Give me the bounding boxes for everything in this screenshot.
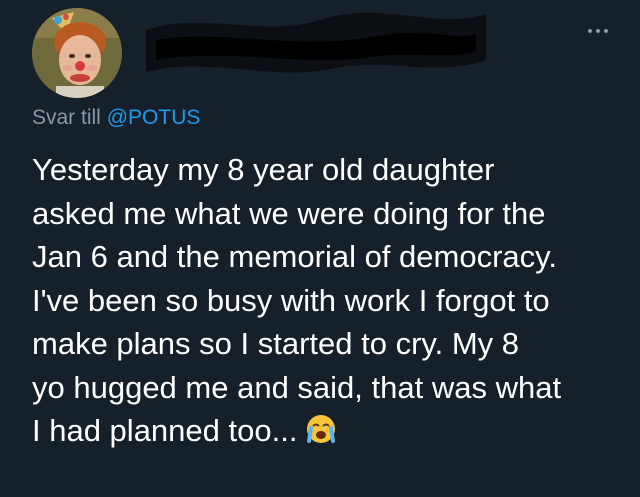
avatar-image [32, 8, 122, 98]
tweet-text-line: I've been so busy with work I forgot to [32, 282, 550, 318]
tweet-text-line: yo hugged me and said, that was what [32, 369, 562, 405]
redacted-name-scribble [146, 12, 486, 73]
tweet-text-line: asked me what we were doing for the [32, 195, 546, 231]
tweet-text-line: Yesterday my 8 year old daughter [32, 152, 495, 187]
reply-prefix: Svar till [32, 106, 101, 129]
tweet-card[interactable]: Svar till @POTUS Yesterday my 8 year old… [0, 0, 640, 497]
reply-mention-link[interactable]: @POTUS [107, 106, 201, 129]
tweet-text-line: Jan 6 and the memorial of democracy. [32, 239, 557, 274]
dot-icon [588, 29, 592, 33]
tweet-text-line: I had planned too... [32, 413, 298, 448]
tweet-text-last-line: I had planned too... [32, 409, 622, 457]
dot-icon [604, 29, 608, 33]
loudly-crying-face-icon [305, 413, 337, 457]
tweet-text: Yesterday my 8 year old daughter asked m… [32, 148, 622, 457]
reply-context: Svar till @POTUS [32, 106, 200, 130]
dot-icon [596, 29, 600, 33]
tweet-text-line: make plans so I started to cry. My 8 [32, 326, 519, 361]
more-options-button[interactable] [586, 24, 610, 38]
avatar[interactable] [32, 8, 122, 98]
